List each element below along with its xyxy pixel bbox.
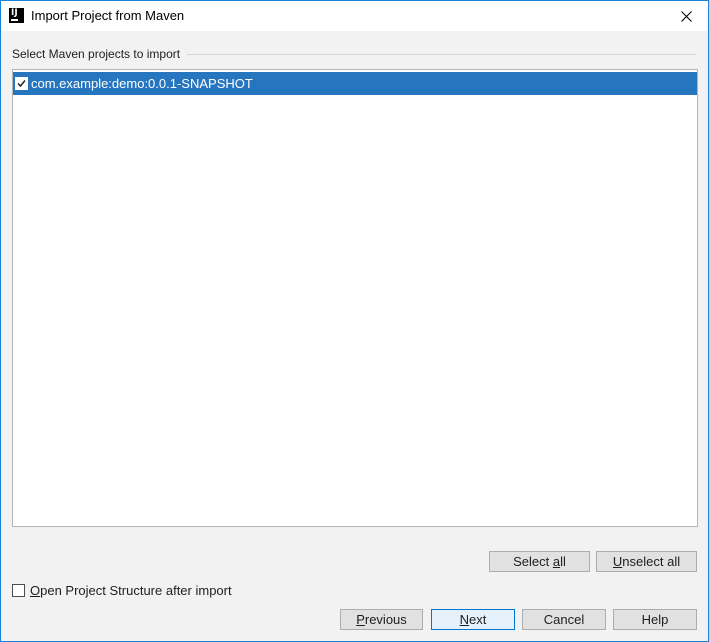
projects-group-label: Select Maven projects to import [12,47,188,61]
help-label: Help [641,612,669,627]
list-item[interactable]: com.example:demo:0.0.1-SNAPSHOT [13,72,697,95]
next-mnemonic: N [459,612,470,627]
select-all-label-prefix: Select [513,554,553,569]
close-button[interactable] [664,1,708,31]
previous-mnemonic: P [356,612,365,627]
checkmark-icon [17,80,26,88]
close-icon [680,10,692,22]
open-structure-checkbox[interactable] [12,584,25,597]
unselect-all-label-suffix: nselect all [622,554,681,569]
cancel-button[interactable]: Cancel [522,609,606,630]
open-structure-label[interactable]: Open Project Structure after import [30,583,232,598]
maven-projects-list[interactable]: com.example:demo:0.0.1-SNAPSHOT [12,69,698,527]
project-label: com.example:demo:0.0.1-SNAPSHOT [31,76,253,91]
title-bar: IJ Import Project from Maven [1,1,708,31]
select-all-label-suffix: ll [560,554,566,569]
help-button[interactable]: Help [613,609,697,630]
intellij-idea-icon: IJ [9,8,24,23]
next-label-suffix: ext [469,612,487,627]
open-structure-label-suffix: pen Project Structure after import [40,583,232,598]
open-structure-mnemonic: O [30,583,41,598]
project-checkbox[interactable] [15,77,28,90]
previous-button[interactable]: Previous [340,609,423,630]
next-button[interactable]: Next [431,609,515,630]
import-maven-dialog: IJ Import Project from Maven Select Mave… [0,0,709,642]
cancel-label: Cancel [543,612,585,627]
unselect-all-button[interactable]: Unselect all [596,551,697,572]
previous-label-suffix: revious [364,612,407,627]
select-all-mnemonic: a [552,554,561,569]
dialog-title: Import Project from Maven [31,8,185,23]
unselect-all-mnemonic: U [612,554,623,569]
select-all-button[interactable]: Select a ll [489,551,590,572]
